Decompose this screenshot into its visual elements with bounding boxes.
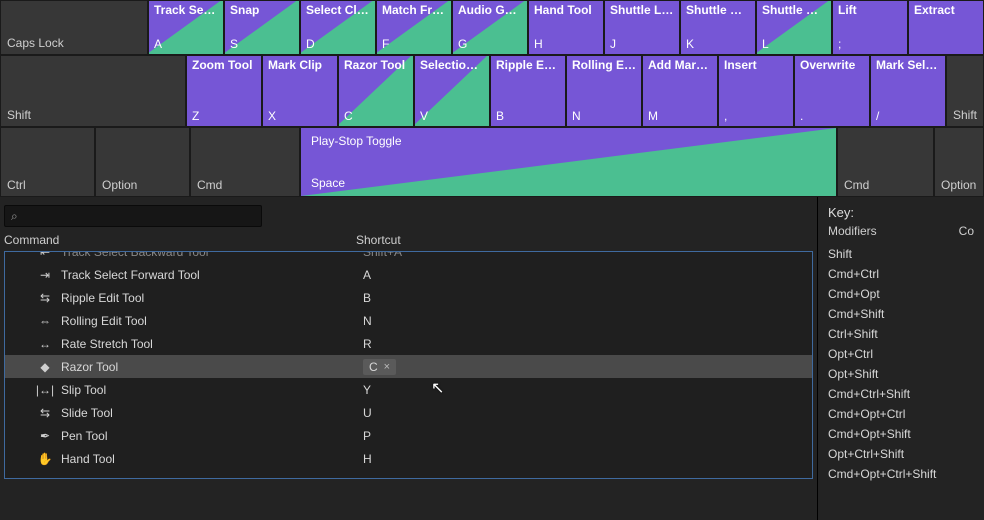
clear-shortcut-icon[interactable]: × — [384, 361, 390, 373]
key-X[interactable]: Mark ClipX — [262, 55, 338, 127]
spacebar-letter: Space — [311, 176, 826, 190]
list-item[interactable]: ⇆Ripple Edit ToolB — [5, 286, 812, 309]
key-J[interactable]: Shuttle LeftJ — [604, 0, 680, 55]
key-;[interactable]: Lift; — [832, 0, 908, 55]
key-G[interactable]: Audio Gain...G — [452, 0, 528, 55]
key-10[interactable]: Extract — [908, 0, 984, 55]
option-key-left[interactable]: Option — [95, 127, 190, 197]
key-M[interactable]: Add MarkerM — [642, 55, 718, 127]
shift-label-r: Shift — [953, 108, 977, 122]
search-icon: ⌕ — [11, 209, 18, 224]
modifier-item[interactable]: Cmd+Opt+Shift — [828, 424, 974, 444]
list-item[interactable]: ⇆Slide ToolU — [5, 401, 812, 424]
col-command: Command — [4, 233, 356, 247]
list-item[interactable]: ✒Pen ToolP — [5, 424, 812, 447]
modifier-item[interactable]: Cmd+Shift — [828, 304, 974, 324]
key-.[interactable]: Overwrite. — [794, 55, 870, 127]
lower-panels: ⌕ Command Shortcut ↖ ⇤Track Select Backw… — [0, 197, 984, 520]
list-item[interactable]: |↔|Slip ToolY — [5, 378, 812, 401]
kb-row-bottom: Ctrl Option Cmd Play-Stop Toggle Space C… — [0, 127, 984, 197]
kb-row-shift: Shift Zoom ToolZMark ClipXRazor ToolCSel… — [0, 55, 984, 127]
modifier-item[interactable]: Cmd+Ctrl — [828, 264, 974, 284]
tool-icon: ⇤ — [35, 251, 55, 259]
key-N[interactable]: Rolling Edit ToolN — [566, 55, 642, 127]
key-F[interactable]: Match FrameF — [376, 0, 452, 55]
key-S[interactable]: SnapS — [224, 0, 300, 55]
modifier-item[interactable]: Cmd+Opt+Ctrl — [828, 404, 974, 424]
key-A[interactable]: Track Select...A — [148, 0, 224, 55]
cmd-key-right[interactable]: Cmd — [837, 127, 934, 197]
tool-icon: ⇆ — [35, 406, 55, 420]
tool-icon: ✒ — [35, 429, 55, 443]
modifier-item[interactable]: Ctrl+Shift — [828, 324, 974, 344]
key-/[interactable]: Mark Selection/ — [870, 55, 946, 127]
capslock-key[interactable]: Caps Lock — [0, 0, 148, 55]
modifiers-heading: Modifiers — [828, 224, 877, 238]
spacebar-key[interactable]: Play-Stop Toggle Space — [300, 127, 837, 197]
modifier-item[interactable]: Opt+Shift — [828, 364, 974, 384]
list-item[interactable]: ⇔Rolling Edit ToolN — [5, 309, 812, 332]
tool-icon: ⇔ — [35, 314, 55, 328]
key-L[interactable]: Shuttle RightL — [756, 0, 832, 55]
list-item[interactable]: ⇥Track Select Forward ToolA — [5, 263, 812, 286]
key-Z[interactable]: Zoom ToolZ — [186, 55, 262, 127]
modifier-item[interactable]: Cmd+Opt+Ctrl+Shift — [828, 464, 974, 484]
shift-label: Shift — [7, 108, 179, 122]
key-H[interactable]: Hand ToolH — [528, 0, 604, 55]
list-item[interactable]: ✋Hand ToolH — [5, 447, 812, 470]
key-K[interactable]: Shuttle StopK — [680, 0, 756, 55]
search-input[interactable]: ⌕ — [4, 205, 262, 227]
key-heading: Key: — [828, 205, 974, 220]
tool-icon: ⇆ — [35, 291, 55, 305]
spacebar-action: Play-Stop Toggle — [311, 134, 826, 148]
list-item[interactable]: ◆Razor ToolC× — [5, 355, 812, 378]
ctrl-key[interactable]: Ctrl — [0, 127, 95, 197]
tool-icon: ◆ — [35, 360, 55, 374]
modifier-item[interactable]: Opt+Ctrl+Shift — [828, 444, 974, 464]
key-B[interactable]: Ripple Edit ToolB — [490, 55, 566, 127]
tool-icon: ↔ — [35, 337, 55, 351]
shift-key-right[interactable]: Shift — [946, 55, 984, 127]
shift-key-left[interactable]: Shift — [0, 55, 186, 127]
tool-icon: |↔| — [35, 383, 55, 397]
kb-row-caps: Caps Lock Track Select...ASnapSSelect Cl… — [0, 0, 984, 55]
modifier-item[interactable]: Cmd+Ctrl+Shift — [828, 384, 974, 404]
co-heading: Co — [959, 224, 974, 238]
list-item[interactable]: ↔Rate Stretch ToolR — [5, 332, 812, 355]
tool-icon: ✋ — [35, 452, 55, 466]
search-field[interactable] — [18, 209, 255, 224]
modifier-item[interactable]: Shift — [828, 244, 974, 264]
key-C[interactable]: Razor ToolC — [338, 55, 414, 127]
key-V[interactable]: Selection ToolV — [414, 55, 490, 127]
column-headers: Command Shortcut — [0, 231, 817, 251]
modifier-item[interactable]: Cmd+Opt — [828, 284, 974, 304]
col-shortcut: Shortcut — [356, 233, 813, 247]
shortcut-list-panel: ⌕ Command Shortcut ↖ ⇤Track Select Backw… — [0, 197, 818, 520]
capslock-label: Caps Lock — [7, 36, 141, 50]
cmd-key-left[interactable]: Cmd — [190, 127, 300, 197]
list-item[interactable]: ⇤Track Select Backward ToolShift+A — [5, 251, 812, 263]
key-,[interactable]: Insert, — [718, 55, 794, 127]
tool-icon: ⇥ — [35, 268, 55, 282]
modifier-item[interactable]: Opt+Ctrl — [828, 344, 974, 364]
option-key-right[interactable]: Option — [934, 127, 984, 197]
key-D[interactable]: Select Clip at...D — [300, 0, 376, 55]
modifiers-panel: Key: Modifiers Co ShiftCmd+CtrlCmd+OptCm… — [818, 197, 984, 520]
command-list[interactable]: ↖ ⇤Track Select Backward ToolShift+A⇥Tra… — [4, 251, 813, 479]
